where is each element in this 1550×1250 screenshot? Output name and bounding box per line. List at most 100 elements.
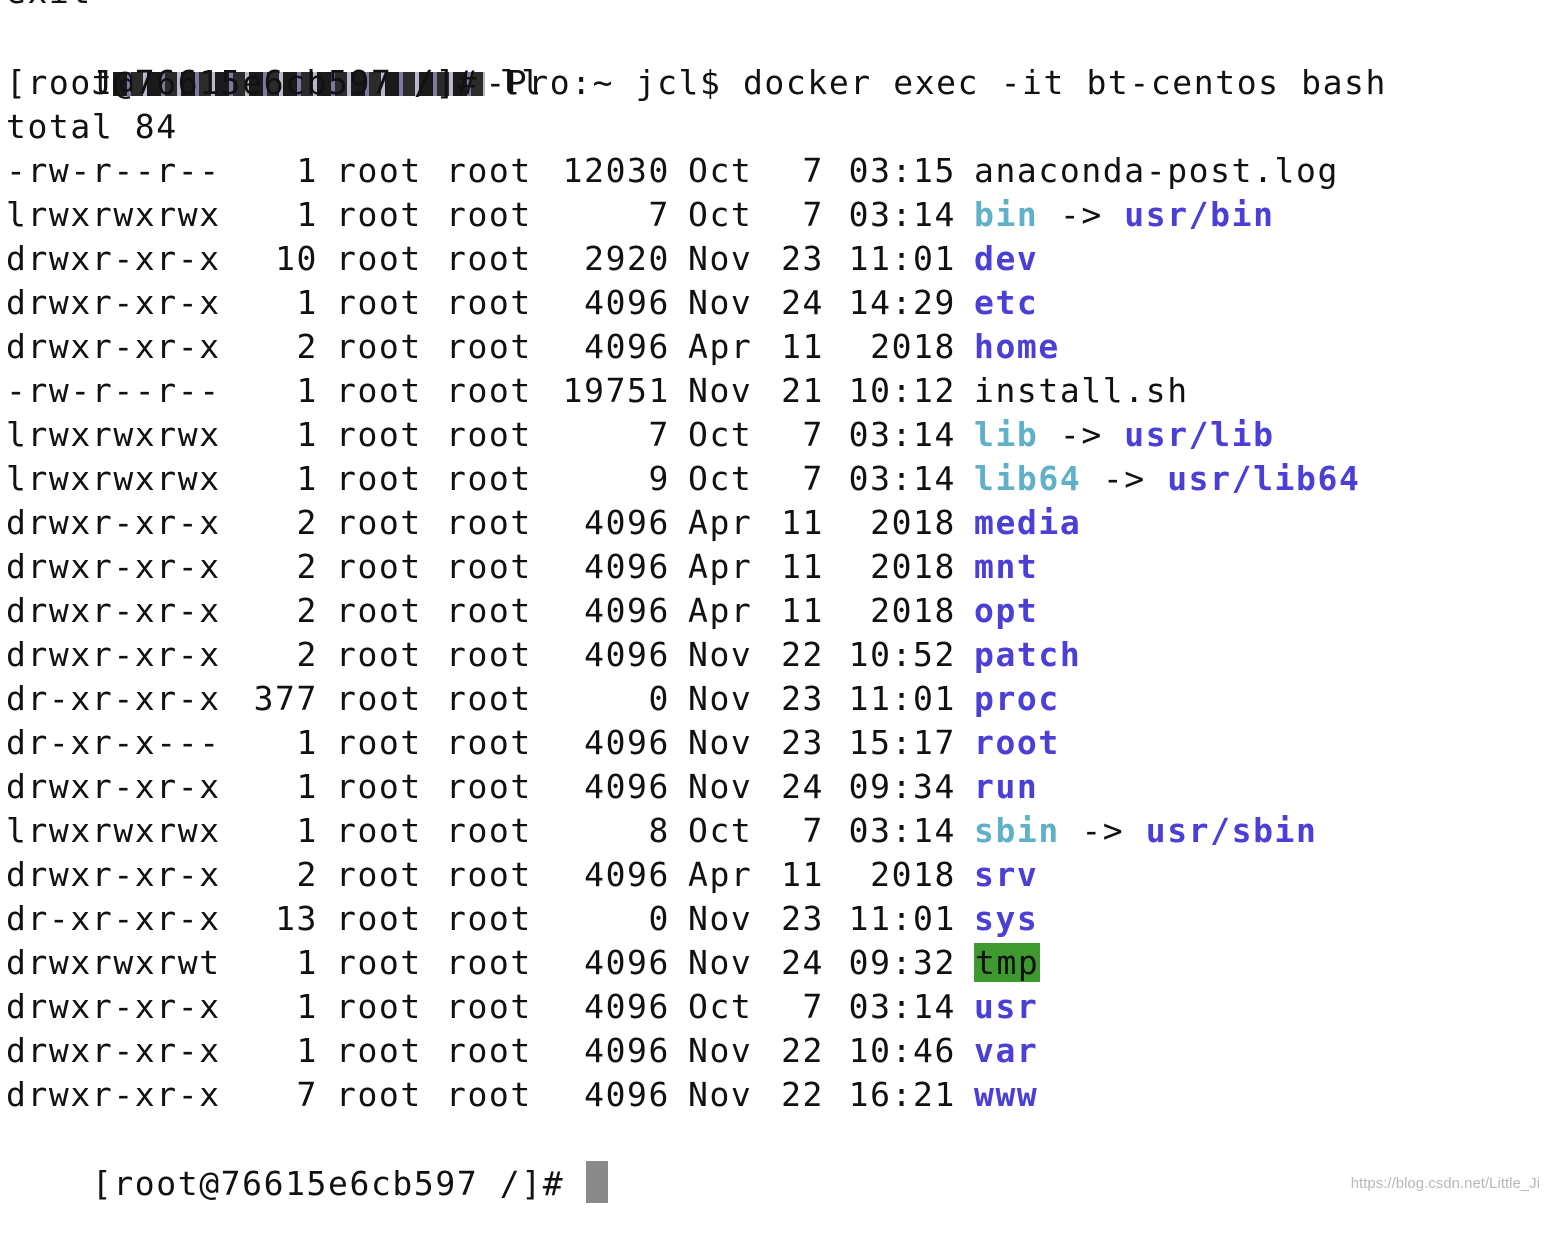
row-filename[interactable]: home [974,327,1060,366]
row-filename[interactable]: run [974,767,1038,806]
row-month: Oct [688,151,753,190]
row-links: 1 [296,767,318,806]
row-filename[interactable]: media [974,503,1081,542]
symlink-target[interactable]: usr/lib [1124,415,1274,454]
row-month: Apr [688,503,753,542]
row-perms: -rw-r--r-- [6,151,221,190]
row-filename[interactable]: lib64 [974,459,1081,498]
row-filename[interactable]: opt [974,591,1038,630]
row-day: 23 [781,723,824,762]
row-perms: lrwxrwxrwx [6,811,221,850]
row-group: root [446,987,532,1026]
row-filename[interactable]: dev [974,239,1038,278]
row-group: root [446,371,532,410]
row-size: 4096 [584,591,670,630]
row-month: Nov [688,283,753,322]
row-entry: sbin -> usr/sbin [974,809,1318,853]
row-group: root [446,239,532,278]
row-filename[interactable]: sbin [974,811,1060,850]
row-owner: root [336,547,422,586]
row-filename[interactable]: install.sh [974,371,1189,410]
row-owner: root [336,679,422,718]
row-day: 7 [802,151,824,190]
row-links: 1 [296,811,318,850]
row-filename[interactable]: lib [974,415,1038,454]
row-perms: drwxr-xr-x [6,547,221,586]
row-time: 03:15 [848,151,956,190]
row-filename[interactable]: srv [974,855,1038,894]
row-owner: root [336,151,422,190]
row-perms: drwxr-xr-x [6,987,221,1026]
row-group: root [446,547,532,586]
row-perms: drwxr-xr-x [6,327,221,366]
row-group: root [446,767,532,806]
row-filename[interactable]: sys [974,899,1038,938]
symlink-target[interactable]: usr/lib64 [1167,459,1360,498]
row-perms: dr-xr-xr-x [6,899,221,938]
row-month: Apr [688,591,753,630]
row-links: 2 [296,547,318,586]
row-filename[interactable]: mnt [974,547,1038,586]
row-group: root [446,899,532,938]
row-links: 2 [296,635,318,674]
row-day: 11 [781,547,824,586]
prompt-current[interactable]: [root@76615e6cb597 /]# [6,1117,608,1203]
row-day: 11 [781,591,824,630]
row-owner: root [336,987,422,1026]
row-owner: root [336,767,422,806]
row-day: 11 [781,855,824,894]
row-filename[interactable]: usr [974,987,1038,1026]
row-links: 1 [296,415,318,454]
row-time: 10:46 [848,1031,956,1070]
row-owner: root [336,723,422,762]
row-time: 2018 [870,327,956,366]
row-month: Oct [688,459,753,498]
row-links: 2 [296,503,318,542]
row-owner: root [336,855,422,894]
row-owner: root [336,635,422,674]
row-group: root [446,459,532,498]
row-perms: drwxr-xr-x [6,591,221,630]
row-perms: drwxr-xr-x [6,503,221,542]
row-month: Nov [688,723,753,762]
row-entry: proc [974,677,1060,721]
row-links: 1 [296,195,318,234]
row-filename[interactable]: proc [974,679,1060,718]
row-time: 11:01 [848,679,956,718]
row-day: 22 [781,1075,824,1114]
row-entry: tmp [974,941,1041,985]
row-month: Apr [688,327,753,366]
row-owner: root [336,239,422,278]
row-links: 1 [296,371,318,410]
row-filename[interactable]: root [974,723,1060,762]
row-entry: lib -> usr/lib [974,413,1275,457]
watermark: https://blog.csdn.net/Little_Ji [1350,1175,1540,1192]
row-links: 1 [296,723,318,762]
row-filename[interactable]: www [974,1075,1038,1114]
row-size: 4096 [584,723,670,762]
row-month: Nov [688,1075,753,1114]
row-perms: drwxr-xr-x [6,283,221,322]
symlink-target[interactable]: usr/bin [1124,195,1274,234]
row-entry: patch [974,633,1081,677]
row-filename[interactable]: etc [974,283,1038,322]
row-day: 7 [802,987,824,1026]
row-owner: root [336,943,422,982]
row-filename[interactable]: bin [974,195,1038,234]
row-filename[interactable]: anaconda-post.log [974,151,1339,190]
row-group: root [446,283,532,322]
row-filename[interactable]: patch [974,635,1081,674]
row-day: 7 [802,195,824,234]
row-links: 2 [296,327,318,366]
row-time: 2018 [870,503,956,542]
row-time: 10:12 [848,371,956,410]
row-month: Oct [688,415,753,454]
row-size: 2920 [584,239,670,278]
row-entry: media [974,501,1081,545]
row-time: 2018 [870,855,956,894]
row-owner: root [336,459,422,498]
row-filename[interactable]: var [974,1031,1038,1070]
row-filename[interactable]: tmp [974,943,1041,982]
terminal-window[interactable]: exit J-Pro:~ jcl$ docker exec -it bt-cen… [0,0,1550,1203]
symlink-target[interactable]: usr/sbin [1146,811,1318,850]
